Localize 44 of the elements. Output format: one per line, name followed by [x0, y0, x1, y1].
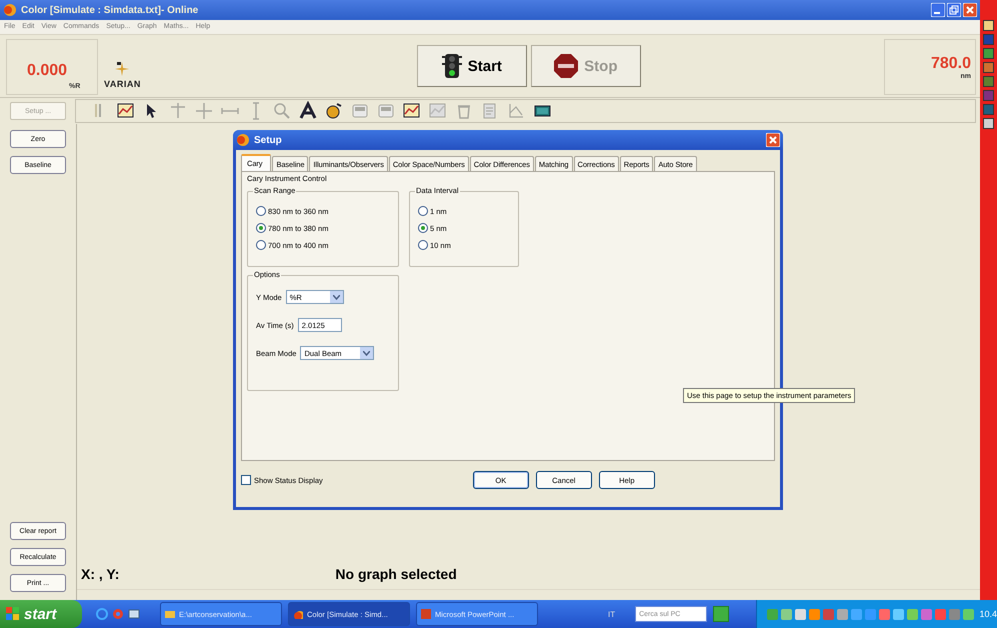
radio-button[interactable]	[418, 223, 428, 233]
app-icon	[165, 609, 175, 619]
reading-value: 0.000	[27, 62, 68, 80]
radio-button[interactable]	[418, 240, 428, 250]
chevron-down-icon	[332, 294, 340, 300]
close-button[interactable]	[766, 133, 780, 147]
checkbox[interactable]	[241, 475, 251, 485]
text-icon[interactable]	[298, 101, 318, 121]
app-icon	[236, 133, 250, 147]
window-title: Color [Simulate : Simdata.txt]- Online	[21, 4, 198, 16]
app-icon	[983, 76, 994, 87]
app-icon	[983, 62, 994, 73]
stop-sign-icon	[554, 54, 578, 78]
start-button[interactable]: start	[0, 600, 82, 628]
app-icon	[293, 609, 303, 619]
chevron-down-icon	[363, 350, 370, 356]
windows-logo-icon	[6, 607, 20, 621]
app-icon	[421, 609, 431, 619]
app-icon	[3, 3, 17, 17]
star-icon	[114, 61, 130, 77]
radio-button[interactable]	[418, 206, 428, 216]
radio-button[interactable]	[256, 206, 266, 216]
app-icon	[983, 20, 994, 31]
app-icon	[983, 104, 994, 115]
restore-button[interactable]	[947, 3, 961, 17]
traffic-light-icon	[442, 54, 462, 78]
start-button[interactable]: Start	[416, 45, 527, 87]
app-icon	[983, 48, 994, 59]
wavelength-value: 780.0	[930, 54, 971, 72]
graph-status: No graph selected	[335, 566, 457, 582]
close-button[interactable]	[963, 3, 977, 17]
language-indicator: IT	[608, 610, 616, 618]
quick-launch-icon[interactable]	[128, 608, 140, 620]
app-icon	[983, 34, 994, 45]
dialog-title: Setup	[254, 134, 282, 146]
logo-text: VARIAN	[104, 79, 141, 89]
radio-button[interactable]	[256, 240, 266, 250]
quick-launch-icon[interactable]	[96, 608, 108, 620]
minimize-button[interactable]	[931, 3, 945, 17]
clock: 10.4	[979, 609, 997, 619]
app-icon	[983, 90, 994, 101]
radio-button[interactable]	[256, 223, 266, 233]
coordinates-label: X: , Y:	[81, 566, 120, 582]
app-icon	[983, 118, 994, 129]
